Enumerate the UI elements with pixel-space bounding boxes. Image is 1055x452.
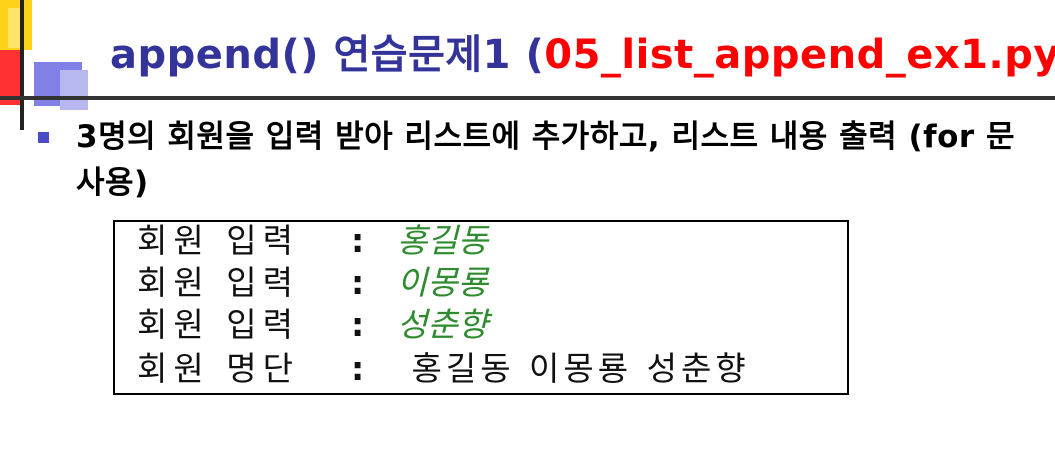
console-row-input-value: 홍길동 xyxy=(397,221,489,260)
title-open-paren: ( xyxy=(525,32,545,78)
console-row-input-value: 성춘향 xyxy=(397,305,489,344)
corner-decoration-blue-light xyxy=(60,70,88,110)
console-row-label: 회원 입력 xyxy=(137,305,299,344)
console-row-member-list: 홍길동 이몽룡 성춘향 xyxy=(397,349,750,388)
console-row: 회원 명단: 홍길동 이몽룡 성춘향 xyxy=(137,348,750,390)
console-row-label: 회원 입력 xyxy=(137,263,299,302)
console-row-label: 회원 명단 xyxy=(137,349,299,388)
console-row-colon: : xyxy=(351,349,365,388)
console-row-colon: : xyxy=(351,263,365,302)
title-underline xyxy=(0,96,1055,100)
console-row-input-value: 이몽룡 xyxy=(397,263,489,302)
title-file-name: 05_list_append_ex1.py xyxy=(544,32,1055,78)
slide-title: append() 연습문제1 (05_list_append_ex1.py) xyxy=(110,22,1055,80)
bullet-square-icon xyxy=(38,132,49,143)
console-row-label: 회원 입력 xyxy=(137,221,299,260)
corner-decoration-yellow-light xyxy=(8,8,20,48)
title-prefix: append() 연습문제1 xyxy=(110,32,526,78)
console-row-colon: : xyxy=(351,305,365,344)
console-output-box: 회원 입력: 홍길동 회원 입력: 이몽룡 회원 입력: 성춘향 회원 명단: 홍길동… xyxy=(113,220,849,395)
corner-vertical-line xyxy=(20,0,24,130)
console-row-colon: : xyxy=(351,221,365,260)
console-row: 회원 입력: 이몽룡 xyxy=(137,262,488,304)
console-row: 회원 입력: 홍길동 xyxy=(137,220,488,262)
console-row: 회원 입력: 성춘향 xyxy=(137,304,488,346)
bullet-text: 3명의 회원을 입력 받아 리스트에 추가하고, 리스트 내용 출력 (for … xyxy=(76,119,1016,201)
